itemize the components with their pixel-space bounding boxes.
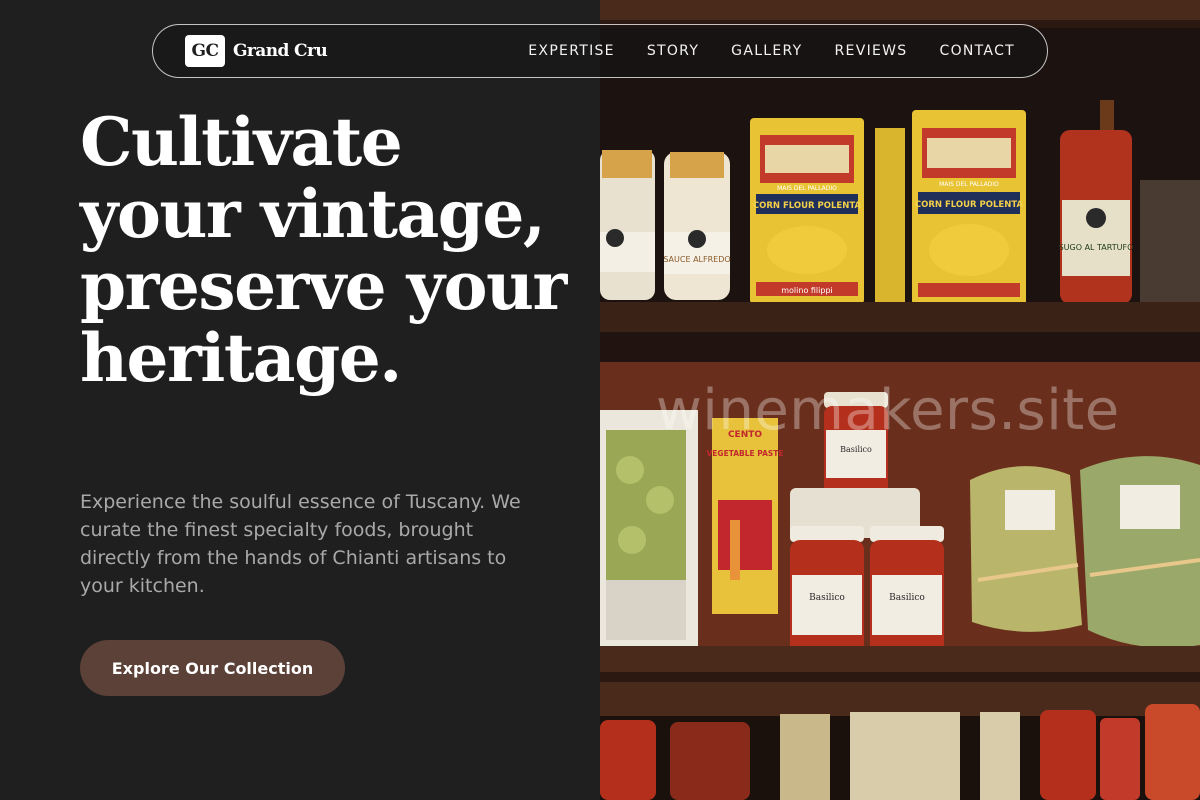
svg-text:Basilico: Basilico <box>889 593 925 603</box>
svg-text:CORN FLOUR POLENTA: CORN FLOUR POLENTA <box>753 201 862 211</box>
sauce-jar-2: SAUCE ALFREDO <box>663 152 731 300</box>
nav-link-gallery[interactable]: GALLERY <box>731 43 802 59</box>
tartufo-bottle: SUGO AL TARTUFO <box>1059 100 1134 304</box>
hero-panel: Cultivate your vintage, preserve your he… <box>0 0 600 800</box>
pasta-box <box>600 410 698 650</box>
svg-text:SAUCE ALFREDO: SAUCE ALFREDO <box>663 255 730 264</box>
nav-links: EXPERTISE STORY GALLERY REVIEWS CONTACT <box>496 25 1015 77</box>
polenta-bag-1: MAIS DEL PALLADIO CORN FLOUR POLENTA mol… <box>750 118 864 304</box>
main-navbar: GC Grand Cru EXPERTISE STORY GALLERY REV… <box>152 24 1048 78</box>
svg-text:Basilico: Basilico <box>809 593 845 603</box>
basilico-jar-left: Basilico <box>790 526 864 658</box>
brand-name: Grand Cru <box>233 41 328 61</box>
pasta-bag-2 <box>1080 456 1200 648</box>
watermark-text: winemakers.site <box>656 378 1120 443</box>
logo-mark: GC <box>185 35 225 67</box>
brand-logo[interactable]: GC Grand Cru <box>185 35 328 67</box>
nav-link-expertise[interactable]: EXPERTISE <box>528 43 615 59</box>
svg-text:molino filippi: molino filippi <box>781 286 833 295</box>
product-shelf-image: SAUCE ALFREDO MAIS DEL PALLADIO CORN FLO… <box>600 0 1200 800</box>
nav-link-story[interactable]: STORY <box>647 43 699 59</box>
hero-subtitle: Experience the soulful essence of Tuscan… <box>80 491 521 597</box>
polenta-bag-2: MAIS DEL PALLADIO CORN FLOUR POLENTA <box>875 110 1026 305</box>
hero-title: Cultivate your vintage, preserve your he… <box>80 103 567 397</box>
svg-text:SUGO AL TARTUFO: SUGO AL TARTUFO <box>1059 243 1134 252</box>
nav-link-contact[interactable]: CONTACT <box>940 43 1016 59</box>
nav-link-reviews[interactable]: REVIEWS <box>835 43 908 59</box>
explore-collection-button[interactable]: Explore Our Collection <box>80 640 345 696</box>
pasta-bag-1 <box>970 466 1082 632</box>
svg-text:Basilico: Basilico <box>840 445 872 454</box>
cento-box: CENTO VEGETABLE PASTE <box>706 418 784 614</box>
sauce-jar-1 <box>600 150 655 300</box>
svg-text:CORN FLOUR POLENTA: CORN FLOUR POLENTA <box>915 200 1024 210</box>
basilico-jar-right: Basilico <box>870 526 944 658</box>
svg-text:VEGETABLE PASTE: VEGETABLE PASTE <box>706 449 783 458</box>
svg-text:MAIS DEL PALLADIO: MAIS DEL PALLADIO <box>777 185 837 192</box>
svg-text:MAIS DEL PALLADIO: MAIS DEL PALLADIO <box>939 181 999 188</box>
